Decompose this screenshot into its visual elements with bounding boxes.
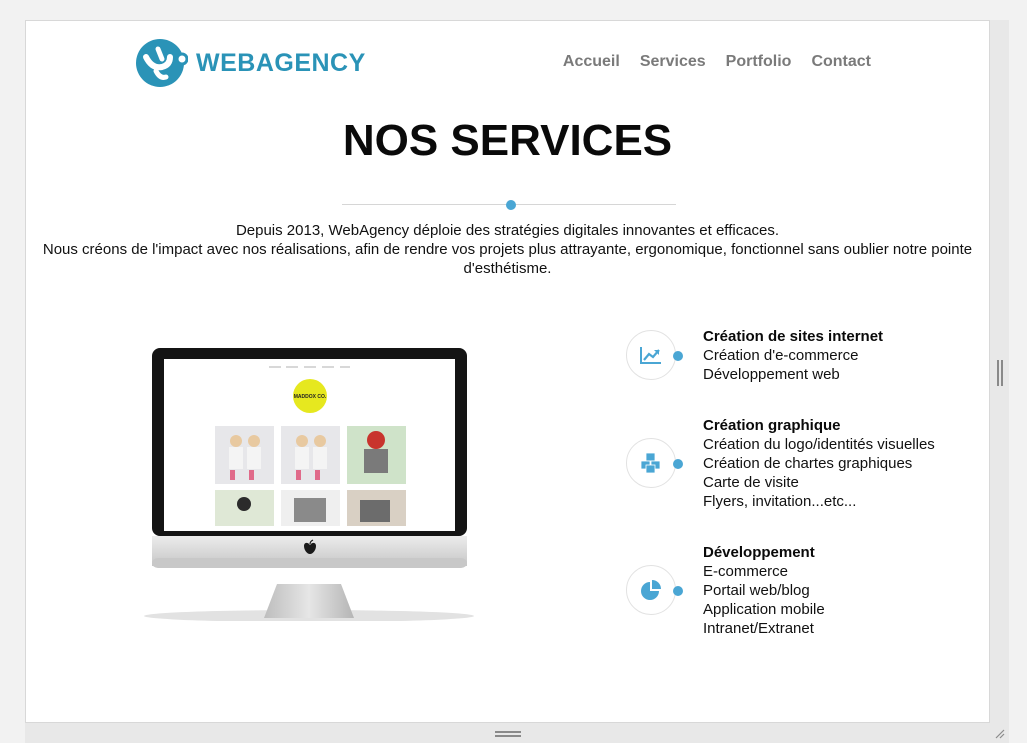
nav-portfolio[interactable]: Portfolio bbox=[726, 53, 792, 71]
service-title: Création graphique bbox=[703, 417, 841, 434]
page-frame: WEBAGENCY Accueil Services Portfolio Con… bbox=[25, 20, 990, 723]
resize-corner-icon[interactable] bbox=[993, 727, 1005, 739]
service-icon-wrapper bbox=[626, 438, 676, 488]
mockup-logo-text: MADDOX CO. bbox=[294, 394, 327, 400]
logo-text: WEBAGENCY bbox=[196, 48, 366, 77]
service-item: Flyers, invitation...etc... bbox=[703, 493, 857, 510]
service-title: Développement bbox=[703, 544, 815, 561]
nav-accueil[interactable]: Accueil bbox=[563, 53, 620, 71]
intro-line-2: Nous créons de l'impact avec nos réalisa… bbox=[42, 241, 973, 277]
pie-chart-icon bbox=[641, 580, 661, 600]
service-icon-wrapper bbox=[626, 330, 676, 380]
horizontal-resize-grip[interactable] bbox=[495, 731, 521, 737]
cubes-icon bbox=[640, 452, 661, 474]
service-item: Création de chartes graphiques bbox=[703, 455, 913, 472]
intro-text: Depuis 2013, WebAgency déploie des strat… bbox=[26, 221, 989, 278]
chart-icon bbox=[640, 347, 661, 364]
service-item: E-commerce bbox=[703, 563, 789, 580]
brand-logo[interactable]: WEBAGENCY bbox=[136, 37, 366, 89]
logo-mark-icon bbox=[136, 39, 188, 87]
service-item: Carte de visite bbox=[703, 474, 799, 491]
intro-line-1: Depuis 2013, WebAgency déploie des strat… bbox=[235, 222, 780, 239]
service-dot bbox=[673, 459, 683, 469]
service-dot bbox=[673, 586, 683, 596]
service-item: Développement web bbox=[703, 366, 840, 383]
main-nav: Accueil Services Portfolio Contact bbox=[563, 53, 871, 71]
service-icon-wrapper bbox=[626, 565, 676, 615]
vertical-resize-grip[interactable] bbox=[997, 360, 1003, 386]
page-title: NOS SERVICES bbox=[342, 116, 673, 165]
nav-services[interactable]: Services bbox=[640, 53, 706, 71]
service-item: Création du logo/identités visuelles bbox=[703, 436, 935, 453]
service-title: Création de sites internet bbox=[703, 328, 884, 345]
service-item: Application mobile bbox=[703, 601, 825, 618]
service-item: Portail web/blog bbox=[703, 582, 810, 599]
divider-dot bbox=[506, 200, 516, 210]
imac-mockup-image: MADDOX CO. bbox=[144, 348, 474, 621]
service-item: Création d'e-commerce bbox=[703, 347, 859, 364]
service-item: Intranet/Extranet bbox=[703, 620, 814, 637]
nav-contact[interactable]: Contact bbox=[811, 53, 871, 71]
service-dot bbox=[673, 351, 683, 361]
